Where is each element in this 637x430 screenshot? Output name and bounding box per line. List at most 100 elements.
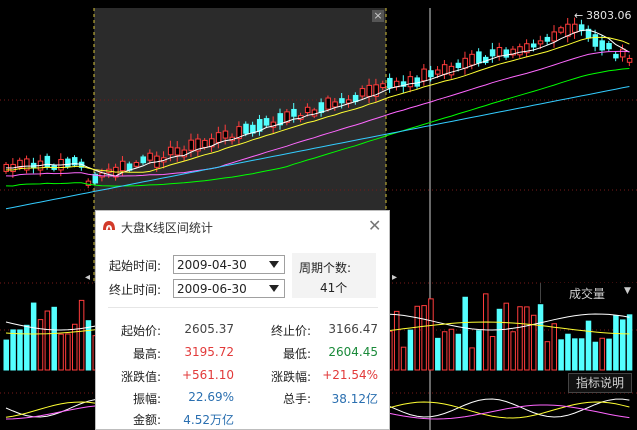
- volume-selector-label: 成交量: [569, 287, 606, 301]
- period-count: 41个: [320, 281, 348, 295]
- candle: [626, 57, 633, 63]
- volume-bar: [524, 306, 530, 371]
- candle: [476, 51, 482, 64]
- candle: [421, 68, 427, 82]
- volume-bar: [483, 293, 489, 371]
- candle: [565, 23, 571, 37]
- volume-bar: [421, 305, 427, 371]
- left-arrow-icon[interactable]: ◂: [85, 272, 90, 283]
- candle: [441, 64, 448, 75]
- candle: [147, 152, 153, 161]
- volume-bar: [44, 310, 51, 371]
- candle: [572, 23, 578, 33]
- start-time-value: 2009-04-30: [177, 258, 247, 272]
- candle: [599, 40, 605, 51]
- volume-bar: [613, 315, 619, 371]
- right-arrow-icon[interactable]: ▸: [392, 272, 397, 283]
- volume-bar: [448, 328, 455, 371]
- candle: [620, 48, 626, 58]
- chevron-down-icon: [269, 285, 279, 292]
- candle: [448, 65, 455, 76]
- dialog-title: 大盘K线区间统计: [121, 221, 213, 235]
- high-label: 最高:: [132, 347, 161, 361]
- volume-bar: [592, 341, 599, 371]
- volume-bar: [428, 298, 434, 371]
- candle: [65, 158, 71, 168]
- candle: [387, 77, 393, 89]
- end-time-value: 2009-06-30: [177, 282, 247, 296]
- candle: [325, 97, 331, 110]
- volume-bar: [65, 333, 71, 371]
- candle: [291, 108, 297, 117]
- candle: [318, 102, 325, 113]
- candle: [530, 43, 537, 48]
- volume-bar: [30, 302, 37, 371]
- volume-bar: [496, 308, 503, 371]
- volume-bar: [3, 339, 9, 371]
- amplitude-value: 22.69%: [188, 390, 234, 404]
- amount-label: 金额:: [132, 413, 161, 427]
- candle: [263, 118, 270, 126]
- end-price-label: 终止价:: [270, 324, 311, 338]
- volume-bar: [537, 304, 544, 371]
- candle: [167, 146, 174, 156]
- candle: [592, 34, 599, 47]
- candle: [455, 62, 462, 69]
- period-count-box: 周期个数: 41个: [292, 253, 376, 298]
- candle: [428, 70, 434, 78]
- low-label: 最低:: [282, 347, 311, 361]
- volume-bar: [462, 296, 468, 371]
- candle: [606, 43, 612, 50]
- volume-bar: [455, 333, 462, 371]
- candle: [503, 49, 510, 58]
- close-icon[interactable]: ✕: [368, 216, 381, 235]
- indicator-description-button[interactable]: 指标说明: [568, 373, 632, 393]
- candle: [407, 76, 414, 88]
- volume-bar: [393, 310, 400, 371]
- candle: [339, 98, 345, 104]
- candle: [256, 119, 263, 132]
- volume-bar: [599, 337, 605, 371]
- volume-bar: [51, 306, 57, 371]
- candle: [462, 57, 468, 69]
- volume-bar: [578, 338, 585, 371]
- candle: [469, 53, 475, 66]
- range-stats-dialog: 大盘K线区间统计 ✕ 起始时间: 2009-04-30 终止时间: 2009-0…: [95, 210, 390, 430]
- end-time-select[interactable]: 2009-06-30: [173, 279, 285, 298]
- high-value: 3195.72: [184, 345, 234, 359]
- selection-close-icon[interactable]: ×: [372, 10, 384, 22]
- start-time-select[interactable]: 2009-04-30: [173, 255, 285, 274]
- volume-bar: [585, 320, 592, 371]
- volume-selector[interactable]: 成交量 ▼: [540, 283, 637, 303]
- volume-bar: [78, 299, 85, 371]
- volume-bar: [72, 323, 78, 371]
- candle: [366, 84, 373, 97]
- candle: [332, 101, 338, 108]
- end-time-label: 终止时间:: [109, 283, 162, 297]
- total-hands-label: 总手:: [282, 392, 311, 406]
- change-pct-value: +21.54%: [322, 368, 378, 382]
- volume-bar: [414, 305, 420, 371]
- volume-bar: [565, 333, 571, 371]
- volume-bar: [503, 302, 510, 371]
- chevron-down-icon: [269, 261, 279, 268]
- end-price-value: 3166.47: [328, 322, 378, 336]
- candle: [222, 130, 229, 139]
- candle: [304, 106, 311, 114]
- chevron-down-icon: ▼: [624, 286, 631, 296]
- app-logo-icon: [103, 221, 115, 230]
- candle: [613, 53, 619, 59]
- volume-bar: [544, 341, 551, 371]
- amplitude-label: 振幅:: [132, 392, 161, 406]
- volume-bar: [37, 319, 44, 371]
- change-value-label: 涨跌值:: [120, 370, 161, 384]
- candle: [544, 36, 551, 42]
- volume-bar: [606, 338, 612, 371]
- candle: [174, 147, 181, 156]
- candle: [140, 156, 146, 164]
- candle: [393, 80, 400, 88]
- volume-bar: [476, 330, 482, 371]
- volume-bar: [400, 346, 407, 371]
- start-time-label: 起始时间:: [109, 259, 162, 273]
- candle: [44, 155, 51, 168]
